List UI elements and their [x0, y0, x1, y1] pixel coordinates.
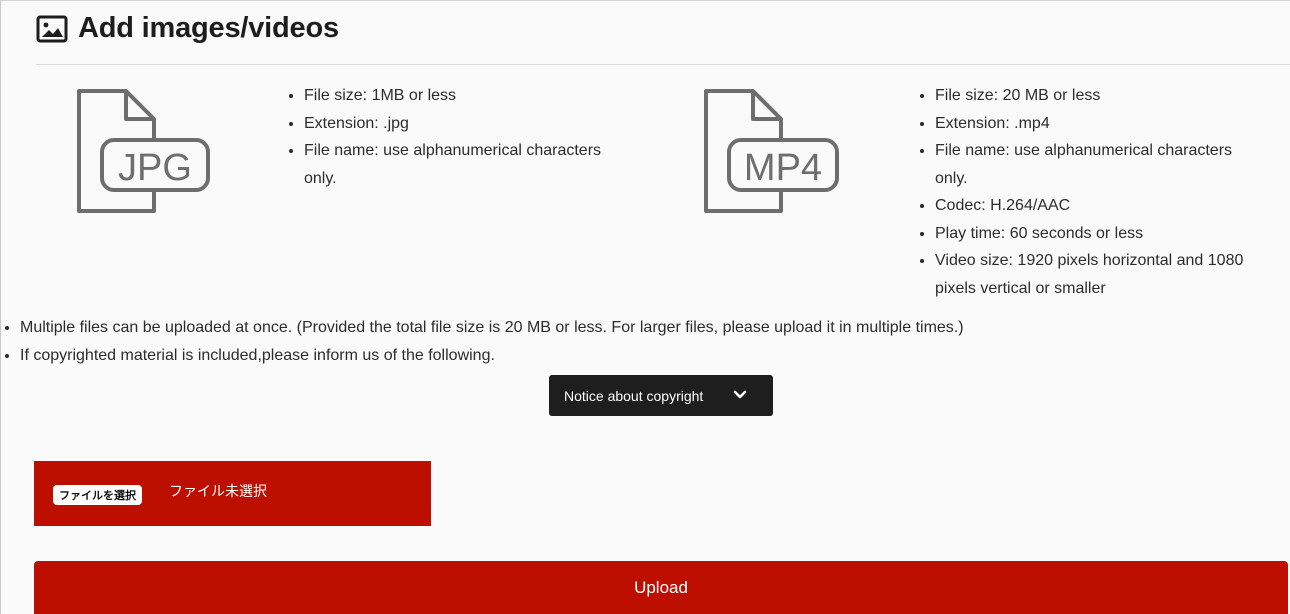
video-spec-item: File size: 20 MB or less [935, 82, 1245, 110]
heading-divider [36, 64, 1290, 65]
section-title: Add images/videos [78, 12, 339, 44]
top-border [0, 0, 1290, 1]
image-spec-item: File size: 1MB or less [304, 82, 604, 110]
upload-notes: Multiple files can be uploaded at once. … [0, 314, 964, 369]
note-item: If copyrighted material is included,plea… [20, 342, 964, 370]
image-spec-item: File name: use alphanumerical characters… [304, 137, 604, 192]
upload-button[interactable]: Upload [34, 561, 1288, 614]
left-border [0, 0, 1, 614]
mp4-icon-label: MP4 [744, 147, 822, 189]
image-spec-list: File size: 1MB or less Extension: .jpg F… [286, 82, 604, 192]
choose-file-button[interactable]: ファイルを選択 [53, 485, 142, 505]
note-item: Multiple files can be uploaded at once. … [20, 314, 964, 342]
file-status-text: ファイル未選択 [169, 483, 267, 499]
video-spec-item: Extension: .mp4 [935, 110, 1245, 138]
section-heading: Add images/videos [36, 12, 339, 45]
copyright-notice-dropdown[interactable]: Notice about copyright [549, 375, 773, 416]
video-spec-list: File size: 20 MB or less Extension: .mp4… [917, 82, 1245, 302]
video-spec-item: Video size: 1920 pixels horizontal and 1… [935, 247, 1245, 302]
video-spec-item: File name: use alphanumerical characters… [935, 137, 1245, 192]
video-spec-item: Codec: H.264/AAC [935, 192, 1245, 220]
image-icon [36, 15, 68, 42]
mp4-file-icon: MP4 [704, 89, 839, 213]
image-spec-item: Extension: .jpg [304, 110, 604, 138]
file-input-area[interactable]: ファイルを選択 ファイル未選択 [34, 461, 431, 526]
chevron-down-icon [733, 390, 747, 399]
copyright-dropdown-label: Notice about copyright [564, 387, 704, 404]
jpg-file-icon: JPG [77, 89, 210, 213]
jpg-icon-label: JPG [118, 147, 192, 189]
video-spec-item: Play time: 60 seconds or less [935, 220, 1245, 248]
